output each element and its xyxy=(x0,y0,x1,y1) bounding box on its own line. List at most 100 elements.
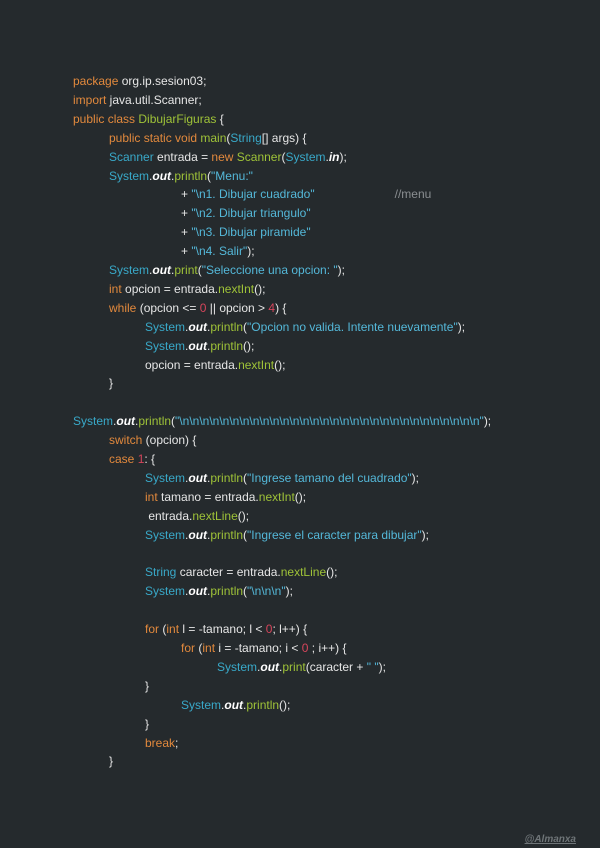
code-token: ; xyxy=(175,735,179,750)
code-line: public static void main(String[] args) { xyxy=(109,130,306,146)
code-token: int xyxy=(145,489,158,504)
code-token: (); xyxy=(274,357,286,372)
code-token: println xyxy=(210,584,244,599)
code-token: out xyxy=(188,319,208,334)
code-line: Scanner entrada = new Scanner(System.in)… xyxy=(109,149,347,165)
code-token: org.ip.sesion03; xyxy=(118,74,207,88)
code-token: ) { xyxy=(275,300,287,315)
code-token: "Seleccione una opcion: " xyxy=(201,263,338,277)
code-line: System.out.println(); xyxy=(145,338,254,354)
code-token: for xyxy=(181,641,196,655)
code-token: ); xyxy=(285,584,293,599)
code-token: in xyxy=(328,149,340,164)
code-token: entrada. xyxy=(145,508,193,523)
code-token: out xyxy=(116,414,136,429)
code-token: //menu xyxy=(394,187,432,202)
code-token: (opcion <= xyxy=(136,300,200,315)
code-line: String caracter = entrada.nextLine(); xyxy=(145,564,337,580)
code-token: (); xyxy=(254,281,266,296)
code-token: "Menu:" xyxy=(211,168,253,183)
code-token: || opcion > xyxy=(206,300,269,315)
code-token: out xyxy=(152,168,172,183)
code-token: ; l++) { xyxy=(272,622,308,637)
code-token: package xyxy=(73,74,119,88)
code-token: + xyxy=(181,187,192,202)
code-token: public static void xyxy=(109,130,198,145)
code-token: out xyxy=(224,697,244,712)
code-token: + xyxy=(181,225,192,240)
code-token: "Opcion no valida. Intente nuevamente" xyxy=(247,319,458,334)
code-token: System xyxy=(145,470,186,485)
code-token: : { xyxy=(144,452,156,466)
code-token: l = -tamano; l < xyxy=(179,622,266,637)
code-token: ); xyxy=(337,263,345,277)
code-token: tamano = entrada. xyxy=(157,489,259,504)
code-token: caracter = entrada. xyxy=(176,565,281,580)
code-token: nextLine xyxy=(192,508,238,523)
code-token: " " xyxy=(366,659,379,674)
code-token: System xyxy=(145,338,186,353)
code-token: ); xyxy=(421,527,429,542)
code-token: ; i++) { xyxy=(308,641,347,655)
code-line: System.out.println(); xyxy=(181,697,290,713)
code-token: System xyxy=(109,168,150,183)
code-token: System xyxy=(145,584,186,599)
code-line: for (int i = -tamano; i < 0 ; i++) { xyxy=(181,640,346,656)
code-token: opcion = entrada. xyxy=(121,281,219,296)
code-line: System.out.println("Opcion no valida. In… xyxy=(145,319,465,335)
code-token: ); xyxy=(411,470,420,485)
code-token: { xyxy=(216,111,224,126)
code-token: out xyxy=(188,338,208,353)
code-line: opcion = entrada.nextInt(); xyxy=(145,357,285,373)
code-token: System xyxy=(145,319,186,334)
code-line: } xyxy=(109,375,113,391)
code-token: opcion = entrada. xyxy=(145,357,239,372)
code-token: for xyxy=(145,622,160,637)
code-token: (caracter + xyxy=(305,659,367,674)
code-token: main xyxy=(200,130,227,145)
code-token: System xyxy=(145,527,186,542)
code-line: switch (opcion) { xyxy=(109,432,196,448)
code-token: System xyxy=(73,414,114,429)
code-token: "\n1. Dibujar cuadrado" xyxy=(191,187,315,202)
code-token: Scanner xyxy=(109,149,154,164)
code-token: out xyxy=(188,584,208,599)
code-token: println xyxy=(246,697,280,712)
code-line: } xyxy=(145,678,149,694)
code-line: int opcion = entrada.nextInt(); xyxy=(109,281,265,297)
code-line: + "\n2. Dibujar triangulo" xyxy=(181,205,311,221)
code-token: entrada = xyxy=(153,149,212,164)
code-line: System.out.println("\n\n\n\n\n\n\n\n\n\n… xyxy=(73,413,491,429)
code-token: println xyxy=(210,319,244,334)
code-token: case xyxy=(109,452,135,466)
code-token: } xyxy=(145,678,150,693)
code-token: System xyxy=(285,149,326,164)
code-line: package org.ip.sesion03; xyxy=(73,73,206,89)
code-token: + xyxy=(181,244,192,259)
code-token: print xyxy=(282,659,306,674)
code-token: i = -tamano; i < xyxy=(215,641,302,655)
code-token: System xyxy=(217,659,258,674)
code-line: int tamano = entrada.nextInt(); xyxy=(145,489,306,505)
code-line: for (int l = -tamano; l < 0; l++) { xyxy=(145,621,307,637)
code-line: + "\n3. Dibujar piramide" xyxy=(181,224,311,240)
code-token: print xyxy=(174,263,198,277)
code-token: System xyxy=(109,263,150,277)
code-token: switch xyxy=(109,433,143,448)
code-token: out xyxy=(188,527,208,542)
code-token: (); xyxy=(279,697,291,712)
code-token: "Ingrese tamano del cuadrado" xyxy=(247,470,412,485)
code-line: System.out.println("Ingrese tamano del c… xyxy=(145,470,419,486)
code-line: System.out.println("\n\n\n"); xyxy=(145,583,293,599)
code-token: println xyxy=(210,527,244,542)
code-line: break; xyxy=(145,735,178,751)
code-token: "\n3. Dibujar piramide" xyxy=(191,225,311,240)
code-token: Scanner xyxy=(236,149,282,164)
code-line: } xyxy=(109,753,113,769)
code-token: ); xyxy=(483,414,492,429)
code-token: String xyxy=(145,565,177,580)
code-line: System.out.print(caracter + " "); xyxy=(217,659,386,675)
code-token: println xyxy=(210,338,244,353)
code-token: println xyxy=(174,168,208,183)
